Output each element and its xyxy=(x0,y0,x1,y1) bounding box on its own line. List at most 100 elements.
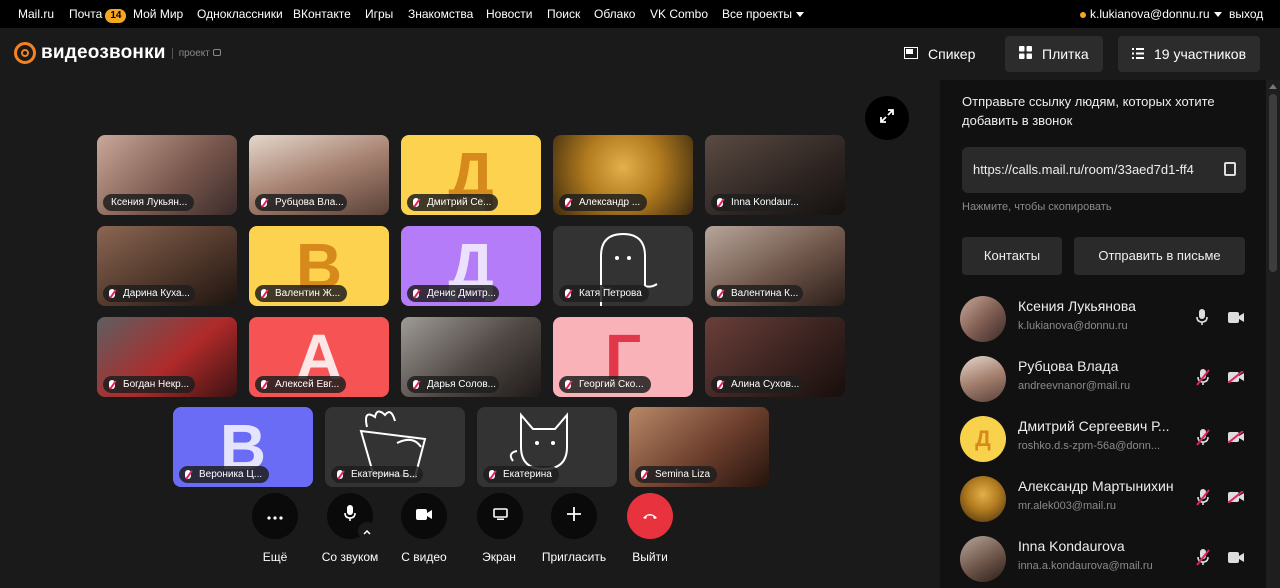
avatar: Д xyxy=(960,416,1006,462)
participant-row[interactable]: Ксения Лукьянова k.lukianova@donnu.ru xyxy=(960,292,1250,344)
microphone-muted-icon[interactable] xyxy=(1196,429,1210,451)
camera-off-icon[interactable] xyxy=(1227,430,1244,448)
video-tile[interactable]: Рубцова Вла... xyxy=(249,135,389,215)
hang-up-icon xyxy=(642,507,658,525)
participant-email: k.lukianova@donnu.ru xyxy=(1018,320,1128,332)
avatar xyxy=(960,536,1006,582)
portal-link-games[interactable]: Игры xyxy=(365,7,393,21)
microphone-muted-icon[interactable] xyxy=(1196,489,1210,511)
video-tile[interactable]: Г Георгий Ско... xyxy=(553,317,693,397)
tile-name: Екатерина Б... xyxy=(331,466,423,483)
camera-icon[interactable] xyxy=(1228,310,1244,328)
fullscreen-button[interactable] xyxy=(865,96,909,140)
portal-link-mail[interactable]: Почта 14 xyxy=(69,7,127,23)
invite-button[interactable] xyxy=(551,493,597,539)
portal-link-cloud[interactable]: Облако xyxy=(594,7,635,21)
participants-button[interactable]: 19 участников xyxy=(1118,36,1260,72)
participant-row[interactable]: Д Дмитрий Сергеевич Р... roshko.d.s-zpm-… xyxy=(960,412,1250,464)
leave-label: Выйти xyxy=(632,550,668,564)
audio-settings-toggle[interactable] xyxy=(358,522,376,540)
portal-link-all-projects[interactable]: Все проекты xyxy=(722,7,805,21)
video-tile[interactable]: Ксения Лукьян... xyxy=(97,135,237,215)
video-tile[interactable]: Д Дмитрий Се... xyxy=(401,135,541,215)
video-tile[interactable]: Дарья Солов... xyxy=(401,317,541,397)
video-tile[interactable]: Александр ... xyxy=(553,135,693,215)
tile-name: Катя Петрова xyxy=(559,285,649,302)
participant-email: mr.alek003@mail.ru xyxy=(1018,500,1116,512)
copy-icon[interactable] xyxy=(1224,162,1236,176)
microphone-muted-icon[interactable] xyxy=(1196,369,1210,391)
video-tile[interactable]: Алина Сухов... xyxy=(705,317,845,397)
microphone-muted-icon[interactable] xyxy=(1196,549,1210,571)
video-tile[interactable]: Валентина К... xyxy=(705,226,845,306)
contacts-button[interactable]: Контакты xyxy=(962,237,1062,275)
portal-link-news[interactable]: Новости xyxy=(486,7,532,21)
microphone-icon xyxy=(344,505,356,527)
video-tile[interactable]: Semina Liza xyxy=(629,407,769,487)
brand-subtitle: проект xyxy=(171,47,221,59)
microphone-icon[interactable] xyxy=(1196,309,1208,331)
tile-name: Валентина К... xyxy=(711,285,803,302)
portal-link-ok[interactable]: Одноклассники xyxy=(197,7,283,21)
tile-name: Ксения Лукьян... xyxy=(103,194,195,211)
scrollbar-thumb[interactable] xyxy=(1269,94,1277,272)
camera-off-icon[interactable] xyxy=(1227,370,1244,388)
video-tile[interactable]: Inna Kondaur... xyxy=(705,135,845,215)
mail-count-badge: 14 xyxy=(105,9,127,23)
participant-email: roshko.d.s-zpm-56a@donn... xyxy=(1018,440,1161,452)
video-tile[interactable]: Екатерина Б... xyxy=(325,407,465,487)
leave-call-button[interactable] xyxy=(627,493,673,539)
portal-link-vkcombo[interactable]: VK Combo xyxy=(650,7,708,21)
participant-name: Рубцова Влада xyxy=(1018,358,1119,374)
participant-row[interactable]: Александр Мартынихин mr.alek003@mail.ru xyxy=(960,472,1250,524)
screen-share-button[interactable] xyxy=(477,493,523,539)
portal-link-mail-label: Почта xyxy=(69,7,103,21)
invite-link-field[interactable]: https://calls.mail.ru/room/33aed7d1-ff4 xyxy=(962,147,1246,193)
brand-logo[interactable]: видеозвонки проект xyxy=(14,42,221,64)
portal-link-mymir[interactable]: Мой Мир xyxy=(133,7,183,21)
speaker-view-button[interactable]: Спикер xyxy=(890,36,989,72)
video-tile[interactable]: В Валентин Ж... xyxy=(249,226,389,306)
video-tile[interactable]: В Вероника Ц... xyxy=(173,407,313,487)
portal-link-search[interactable]: Поиск xyxy=(547,7,580,21)
tile-name: Дарья Солов... xyxy=(407,376,499,393)
panel-scrollbar[interactable] xyxy=(1266,80,1280,588)
send-email-button[interactable]: Отправить в письме xyxy=(1074,237,1245,275)
portal-link-mailru[interactable]: Mail.ru xyxy=(18,7,54,21)
tile-view-label: Плитка xyxy=(1042,46,1089,62)
tile-name: Екатерина xyxy=(483,466,559,483)
avatar xyxy=(960,296,1006,342)
participant-row[interactable]: Рубцова Влада andreevnanor@mail.ru xyxy=(960,352,1250,404)
tile-name: Богдан Некр... xyxy=(103,376,195,393)
tile-view-button[interactable]: Плитка xyxy=(1005,36,1103,72)
vk-mini-icon xyxy=(212,49,221,57)
chevron-down-icon xyxy=(796,12,805,18)
screen-icon xyxy=(492,507,508,525)
video-tile[interactable]: Дарина Куха... xyxy=(97,226,237,306)
portal-bar: Mail.ru Почта 14 Мой Мир Одноклассники ВК… xyxy=(0,0,1280,28)
participant-row[interactable]: Inna Kondaurova inna.a.kondaurova@mail.r… xyxy=(960,532,1250,584)
camera-off-icon[interactable] xyxy=(1227,490,1244,508)
video-tile[interactable]: Катя Петрова xyxy=(553,226,693,306)
more-button[interactable] xyxy=(252,493,298,539)
avatar xyxy=(960,356,1006,402)
logout-link[interactable]: выход xyxy=(1229,7,1263,21)
user-email: k.lukianova@donnu.ru xyxy=(1090,7,1210,21)
video-tile[interactable]: А Алексей Евг... xyxy=(249,317,389,397)
scroll-up-arrow-icon[interactable] xyxy=(1269,84,1277,89)
tile-name: Валентин Ж... xyxy=(255,285,347,302)
video-tile[interactable]: Богдан Некр... xyxy=(97,317,237,397)
video-tile[interactable]: Д Денис Дмитр... xyxy=(401,226,541,306)
portal-link-dating[interactable]: Знакомства xyxy=(408,7,473,21)
camera-icon xyxy=(416,507,432,525)
user-account-menu[interactable]: k.lukianova@donnu.ru xyxy=(1080,7,1222,21)
camera-icon[interactable] xyxy=(1228,550,1244,568)
list-icon xyxy=(1132,46,1144,62)
tile-name: Дмитрий Се... xyxy=(407,194,499,211)
portal-link-vk[interactable]: ВКонтакте xyxy=(293,7,351,21)
camera-button[interactable] xyxy=(401,493,447,539)
participant-name: Александр Мартынихин xyxy=(1018,478,1174,494)
tile-name: Дарина Куха... xyxy=(103,285,195,302)
tile-name: Александр ... xyxy=(559,194,648,211)
video-tile[interactable]: Екатерина xyxy=(477,407,617,487)
